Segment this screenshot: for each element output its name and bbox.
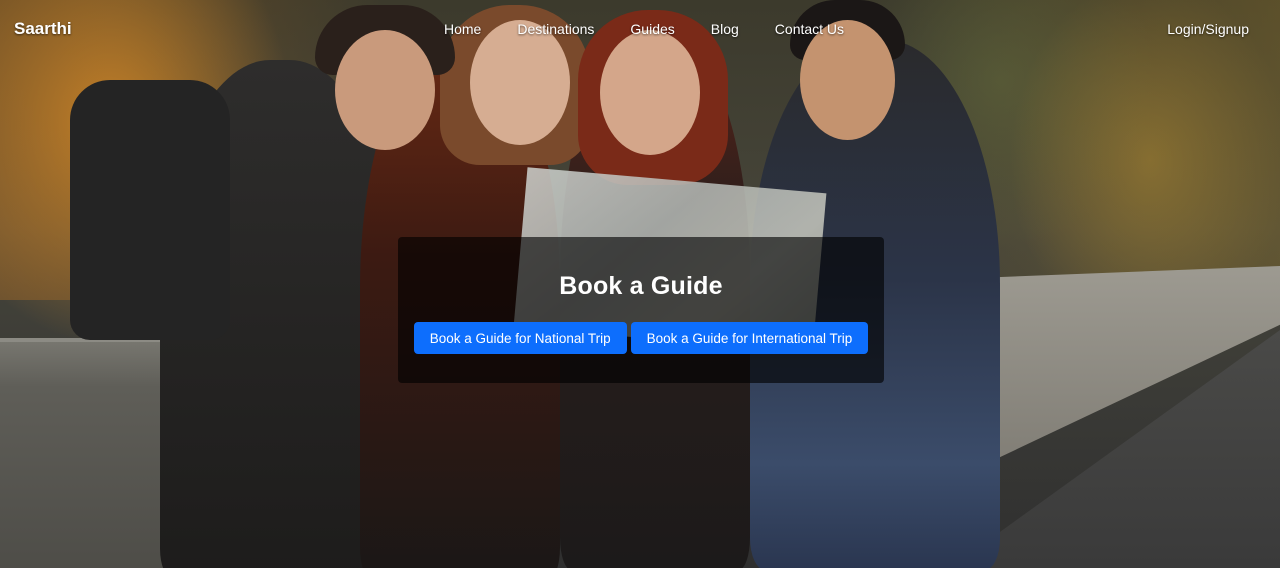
nav-item: Blog: [693, 21, 757, 37]
nav-link-guides[interactable]: Guides: [612, 21, 692, 37]
nav-item: Guides: [612, 21, 692, 37]
backpack: [70, 80, 230, 340]
book-national-trip-button[interactable]: Book a Guide for National Trip: [413, 322, 627, 354]
book-international-trip-button[interactable]: Book a Guide for International Trip: [630, 322, 869, 354]
brand-logo-link[interactable]: Saarthi: [14, 19, 72, 39]
nav-link-destinations[interactable]: Destinations: [499, 21, 612, 37]
booking-panel: Book a Guide Book a Guide for National T…: [398, 237, 884, 383]
nav-links: Home Destinations Guides Blog Contact Us: [426, 0, 862, 58]
nav-link-contact-us[interactable]: Contact Us: [757, 21, 862, 37]
booking-button-group: Book a Guide for National Trip Book a Gu…: [413, 322, 869, 354]
nav-item: Home: [426, 21, 499, 37]
booking-title: Book a Guide: [559, 272, 723, 300]
login-signup-link[interactable]: Login/Signup: [1167, 0, 1249, 58]
nav-link-blog[interactable]: Blog: [693, 21, 757, 37]
navbar: Saarthi Home Destinations Guides Blog Co…: [0, 0, 1280, 58]
hero-section: Saarthi Home Destinations Guides Blog Co…: [0, 0, 1280, 568]
nav-item: Contact Us: [757, 21, 862, 37]
nav-link-home[interactable]: Home: [426, 21, 499, 37]
nav-item: Destinations: [499, 21, 612, 37]
